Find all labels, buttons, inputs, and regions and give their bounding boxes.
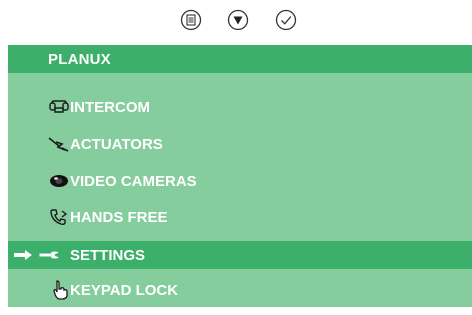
menu-icon [180, 9, 202, 31]
down-button[interactable] [227, 9, 249, 31]
intercom-icon [48, 98, 70, 116]
menu-item-keypad-lock[interactable]: KEYPAD LOCK [8, 276, 472, 304]
top-button-bar [0, 0, 472, 42]
menu-item-label: INTERCOM [70, 99, 150, 116]
menu-item-hands-free[interactable]: HANDS FREE [8, 203, 472, 231]
selection-arrow-icon [14, 250, 32, 260]
menu-panel: PLANUX INTERCOM ACTUATORS VIDEO CAMERAS … [8, 45, 472, 307]
page-title: PLANUX [48, 51, 111, 68]
handsfree-icon [48, 208, 70, 226]
menu-item-intercom[interactable]: INTERCOM [8, 93, 472, 121]
menu-item-label: ACTUATORS [70, 136, 163, 153]
title-bar: PLANUX [8, 45, 472, 73]
menu-item-label: KEYPAD LOCK [70, 282, 179, 299]
actuator-icon [48, 135, 70, 153]
ok-button[interactable] [275, 9, 297, 31]
menu-item-label: HANDS FREE [70, 209, 168, 226]
camera-icon [48, 172, 70, 190]
menu-button[interactable] [180, 9, 202, 31]
down-triangle-icon [227, 9, 249, 31]
menu-item-label: SETTINGS [70, 247, 146, 264]
menu-item-video-cameras[interactable]: VIDEO CAMERAS [8, 167, 472, 195]
check-icon [275, 9, 297, 31]
menu-item-actuators[interactable]: ACTUATORS [8, 130, 472, 158]
hand-pointer-icon [50, 280, 72, 300]
menu-item-label: VIDEO CAMERAS [70, 173, 197, 190]
settings-icon [38, 246, 60, 264]
menu-item-settings[interactable]: SETTINGS [8, 241, 472, 269]
